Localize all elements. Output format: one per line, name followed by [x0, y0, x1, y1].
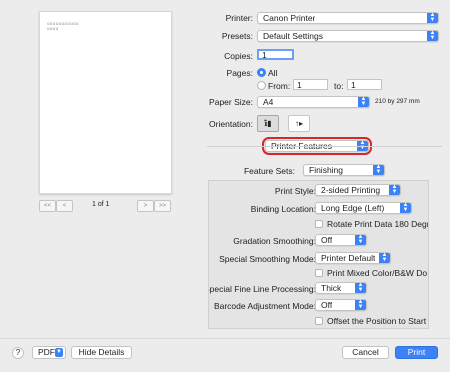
presets-popup[interactable]: Default Settings ▲ ▼ — [257, 30, 439, 42]
pages-to-field[interactable]: 1 — [347, 79, 382, 90]
feature-sets-value: Finishing — [309, 165, 344, 175]
mixed-color-checkbox[interactable] — [315, 269, 323, 277]
preview-line-2: oooo — [47, 26, 59, 31]
paper-size-value: A4 — [263, 97, 274, 107]
page-indicator: 1 of 1 — [92, 201, 110, 208]
landscape-button[interactable]: ↑▸ — [288, 115, 310, 132]
hide-details-button[interactable]: Hide Details — [71, 346, 132, 359]
chevron-updown-icon: ▲ ▼ — [389, 184, 400, 195]
presets-label: Presets: — [221, 31, 253, 41]
pages-all-radio[interactable] — [257, 68, 266, 77]
pdf-button[interactable]: PDF ▼ — [32, 346, 66, 359]
feature-sets-popup[interactable]: Finishing ▲ ▼ — [303, 164, 385, 176]
barcode-popup[interactable]: Off ▲ ▼ — [315, 299, 367, 311]
printer-value: Canon Printer — [263, 13, 316, 23]
pages-label: Pages: — [226, 68, 253, 78]
feature-sets-label: Feature Sets: — [243, 166, 295, 176]
binding-location-popup[interactable]: Long Edge (Left) ▲ ▼ — [315, 202, 412, 214]
preview-text: ooooooooooo oooo — [47, 21, 79, 31]
mixed-color-label: Print Mixed Color/B&W Do — [327, 268, 428, 278]
rotate-checkbox[interactable] — [315, 220, 323, 228]
pages-all-label: All — [268, 68, 278, 78]
fine-line-value: Thick — [321, 283, 342, 293]
pages-from-radio[interactable] — [257, 81, 266, 90]
binding-location-label: Binding Location: — [250, 204, 316, 214]
pages-from-field[interactable]: 1 — [293, 79, 328, 90]
chevron-updown-icon: ▲ ▼ — [358, 96, 369, 107]
page-preview: ooooooooooo oooo — [39, 11, 172, 194]
paper-dimensions: 210 by 297 mm — [375, 98, 420, 105]
chevron-updown-icon: ▲ ▼ — [355, 234, 366, 245]
person-landscape-icon: ↑▸ — [294, 119, 303, 128]
barcode-value: Off — [321, 300, 333, 310]
bottom-divider — [0, 338, 450, 339]
print-style-value: 2-sided Printing — [321, 185, 381, 195]
orientation-label: Orientation: — [209, 119, 253, 129]
chevron-down-icon: ▼ — [55, 348, 63, 357]
copies-field[interactable]: 1 — [257, 49, 294, 60]
fine-line-popup[interactable]: Thick ▲ ▼ — [315, 282, 367, 294]
pdf-label: PDF — [38, 347, 55, 357]
section-divider — [207, 146, 442, 147]
features-panel: Print Style: 2-sided Printing ▲ ▼ Binding… — [208, 180, 429, 329]
gradation-value: Off — [321, 235, 333, 245]
binding-location-value: Long Edge (Left) — [321, 203, 385, 213]
offset-checkbox[interactable] — [315, 317, 323, 325]
pages-to-label: to: — [334, 81, 344, 91]
fine-line-label: Special Fine Line Processing: — [208, 284, 316, 294]
copies-label: Copies: — [224, 51, 253, 61]
chevron-updown-icon: ▲ ▼ — [355, 282, 366, 293]
chevron-updown-icon: ▲ ▼ — [427, 12, 438, 23]
special-smoothing-popup[interactable]: Printer Default ▲ ▼ — [315, 252, 391, 264]
printer-popup[interactable]: Canon Printer ▲ ▼ — [257, 12, 439, 24]
pages-from-label: From: — [268, 81, 291, 91]
print-button[interactable]: Print — [395, 346, 438, 359]
chevron-updown-icon: ▲ ▼ — [400, 202, 411, 213]
chevron-updown-icon: ▲ ▼ — [379, 252, 390, 263]
print-style-label: Print Style: — [274, 186, 316, 196]
person-portrait-icon: ℹ̂▮ — [264, 119, 272, 128]
presets-value: Default Settings — [263, 31, 324, 41]
paper-size-popup[interactable]: A4 ▲ ▼ — [257, 96, 370, 108]
chevron-updown-icon: ▲ ▼ — [427, 30, 438, 41]
gradation-label: Gradation Smoothing: — [233, 236, 316, 246]
rotate-label: Rotate Print Data 180 Degr — [327, 219, 429, 229]
first-page-button[interactable]: << — [39, 200, 56, 212]
special-smoothing-value: Printer Default — [321, 253, 376, 263]
special-smoothing-label: Special Smoothing Mode: — [219, 254, 316, 264]
last-page-button[interactable]: >> — [154, 200, 171, 212]
help-button[interactable]: ? — [12, 347, 24, 359]
chevron-updown-icon: ▲ ▼ — [355, 299, 366, 310]
print-style-popup[interactable]: 2-sided Printing ▲ ▼ — [315, 184, 401, 196]
barcode-label: Barcode Adjustment Mode: — [213, 301, 316, 311]
previous-page-button[interactable]: < — [56, 200, 73, 212]
offset-label: Offset the Position to Start — [327, 316, 427, 326]
cancel-button[interactable]: Cancel — [342, 346, 389, 359]
paper-size-label: Paper Size: — [209, 97, 253, 107]
printer-label: Printer: — [225, 13, 253, 23]
chevron-updown-icon: ▲ ▼ — [373, 164, 384, 175]
portrait-button[interactable]: ℹ̂▮ — [257, 115, 279, 132]
gradation-popup[interactable]: Off ▲ ▼ — [315, 234, 367, 246]
next-page-button[interactable]: > — [137, 200, 154, 212]
